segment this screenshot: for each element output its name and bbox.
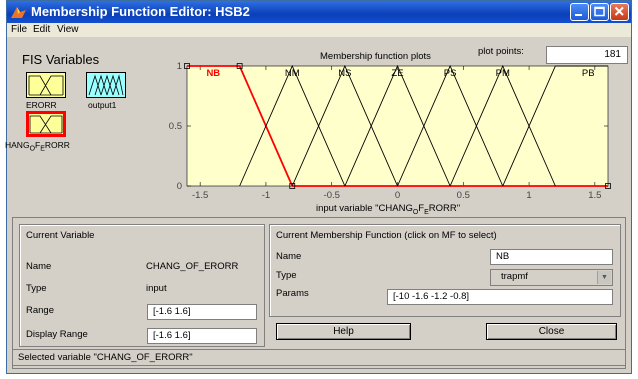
- cv-range-label: Range: [26, 305, 54, 316]
- menu-view[interactable]: View: [57, 24, 79, 35]
- cv-type-label: Type: [26, 283, 47, 294]
- mf-type-value: trapmf: [501, 271, 528, 282]
- menu-edit[interactable]: Edit: [33, 24, 50, 35]
- cv-name-value: CHANG_OF_ERORR: [146, 261, 239, 272]
- x-tick-label: -0.5: [324, 190, 340, 201]
- x-tick-label: -1: [262, 190, 270, 201]
- minimize-icon: [575, 14, 582, 16]
- mf-thumbnail-icon: [29, 115, 63, 134]
- variable-erorr-label: ERORR: [26, 100, 57, 110]
- close-window-button[interactable]: [610, 3, 629, 21]
- variable-chang-of-erorr-box[interactable]: [26, 111, 66, 137]
- plot-area: [186, 65, 609, 187]
- current-variable-frame: Current Variable Name CHANG_OF_ERORR Typ…: [19, 224, 265, 347]
- mf-type-label: Type: [276, 270, 297, 281]
- cv-name-label: Name: [26, 261, 52, 272]
- mf-plot[interactable]: -1.5 -1 -0.5 0 0.5 1 1.5 0 0.5 1 NB NM NS ZE PS PM PB: [160, 58, 620, 206]
- mf-label-pm: PM: [496, 68, 510, 79]
- close-icon: [614, 6, 624, 16]
- variable-output1-box[interactable]: [86, 72, 126, 98]
- cv-range-input[interactable]: [-1.6 1.6]: [147, 304, 257, 320]
- minimize-button[interactable]: [570, 3, 589, 21]
- mf-thumbnail-icon: [88, 74, 124, 96]
- mf-params-label: Params: [276, 288, 309, 299]
- y-tick-label: 0: [177, 181, 182, 192]
- y-tick-label: 0.5: [169, 121, 182, 132]
- current-mf-frame: Current Membership Function (click on MF…: [269, 224, 621, 317]
- mf-name-input[interactable]: NB: [490, 249, 613, 265]
- fis-variables-heading: FIS Variables: [22, 52, 100, 67]
- variable-chang-of-erorr-label: HANGOFERORR: [5, 140, 70, 153]
- menu-bar: File Edit View: [7, 23, 631, 37]
- close-button[interactable]: Close: [486, 323, 617, 340]
- x-tick-label: 1: [526, 190, 531, 201]
- lower-panel: Current Variable Name CHANG_OF_ERORR Typ…: [12, 217, 626, 369]
- mf-label-ze: ZE: [391, 68, 403, 79]
- current-variable-heading: Current Variable: [26, 230, 95, 241]
- chevron-down-icon[interactable]: ▼: [597, 271, 611, 284]
- x-tick-label: -1.5: [192, 190, 208, 201]
- mf-label-ns: NS: [338, 68, 351, 79]
- mf-label-ps: PS: [444, 68, 457, 79]
- maximize-button[interactable]: [590, 3, 609, 21]
- window-title: Membership Function Editor: HSB2: [31, 4, 250, 19]
- help-button[interactable]: Help: [276, 323, 411, 340]
- mf-label-nb: NB: [206, 68, 220, 79]
- mf-type-select[interactable]: trapmf ▼: [490, 269, 613, 286]
- cv-display-range-label: Display Range: [26, 329, 88, 340]
- x-tick-label: 0: [395, 190, 400, 201]
- mf-label-nm: NM: [285, 68, 300, 79]
- title-bar: Membership Function Editor: HSB2: [7, 1, 631, 23]
- maximize-icon: [594, 6, 605, 17]
- matlab-icon: [11, 7, 26, 18]
- y-tick-label: 1: [177, 61, 182, 72]
- mf-thumbnail-icon: [28, 75, 64, 96]
- variable-erorr-box[interactable]: [26, 72, 66, 98]
- mf-name-label: Name: [276, 251, 302, 262]
- x-tick-label: 1.5: [588, 190, 601, 201]
- cv-display-range-input[interactable]: [-1.6 1.6]: [147, 328, 257, 344]
- x-tick-label: 0.5: [457, 190, 470, 201]
- status-bar: Selected variable "CHANG_OF_ERORR": [12, 349, 626, 366]
- cv-type-value: input: [146, 283, 167, 294]
- plot-points-label: plot points:: [478, 46, 524, 57]
- variable-output1-label: output1: [88, 100, 117, 110]
- current-mf-heading: Current Membership Function (click on MF…: [276, 230, 497, 241]
- plot-xlabel: input variable "CHANGOFERORR": [316, 203, 461, 216]
- mf-params-input[interactable]: [-10 -1.6 -1.2 -0.8]: [387, 289, 613, 305]
- menu-file[interactable]: File: [11, 24, 27, 35]
- mf-label-pb: PB: [582, 68, 595, 79]
